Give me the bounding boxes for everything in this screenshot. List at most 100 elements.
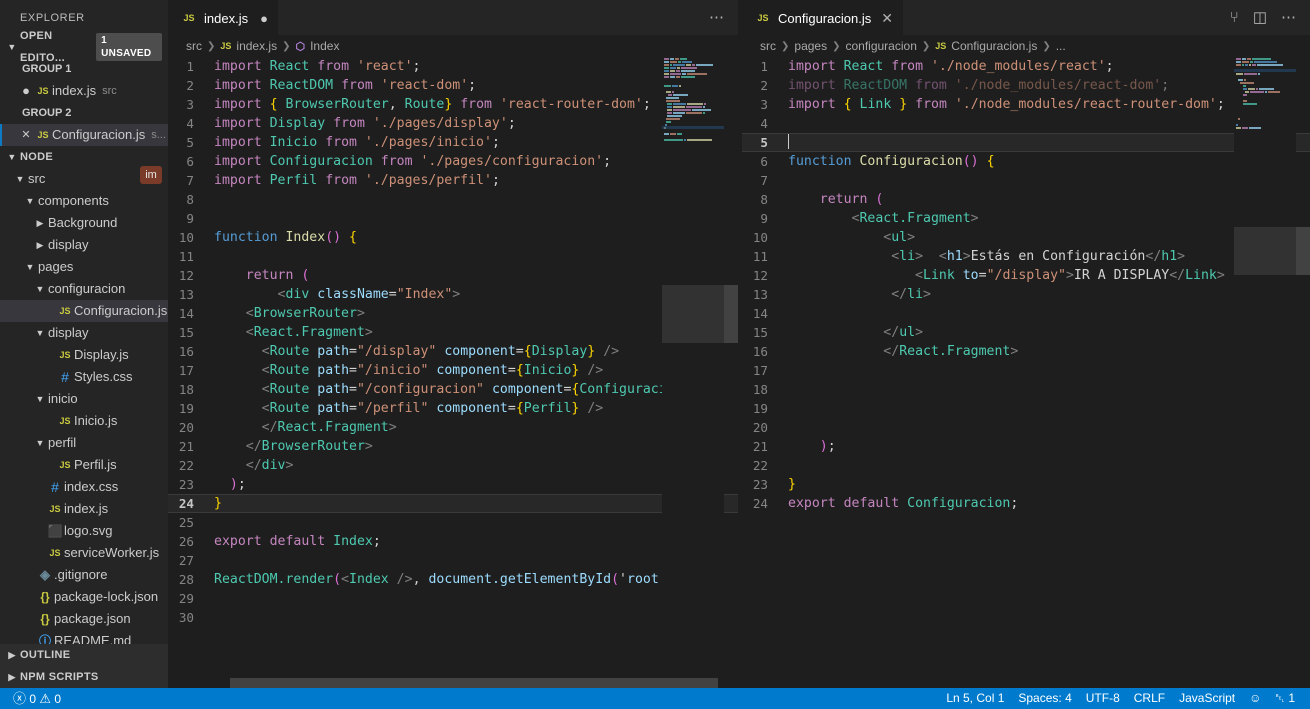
code-line[interactable]: 11 xyxy=(168,247,738,266)
status-notifications[interactable]: ␇ 1 xyxy=(1268,688,1302,709)
right-code-area[interactable]: 1 import React from './node_modules/react… xyxy=(742,57,1310,688)
code-line[interactable]: 7 xyxy=(742,171,1310,190)
status-language-mode[interactable]: JavaScript xyxy=(1172,688,1242,709)
left-vertical-scrollbar[interactable] xyxy=(724,57,738,688)
tree-item--gitignore[interactable]: ▶◈.gitignore xyxy=(0,564,168,586)
code-line[interactable]: 16 <Route path="/display" component={Dis… xyxy=(168,342,738,361)
open-editors-section-header[interactable]: ▼ OPEN EDITO... 1 UNSAVED xyxy=(0,30,168,64)
tree-item-readme-md[interactable]: ▶ⓘREADME.md xyxy=(0,630,168,644)
more-actions-icon[interactable]: ⋯ xyxy=(1281,10,1296,25)
breadcrumb-item[interactable]: src xyxy=(760,39,776,53)
code-line[interactable]: 29 xyxy=(168,589,738,608)
code-line[interactable]: 2 import ReactDOM from './node_modules/re… xyxy=(742,76,1310,95)
dirty-dot-icon[interactable]: ● xyxy=(260,11,268,26)
breadcrumb-item[interactable]: src xyxy=(186,39,202,53)
tree-item-index-css[interactable]: ▶#index.css xyxy=(0,476,168,498)
open-editor-item-index-js[interactable]: ● JS index.js src xyxy=(0,80,168,102)
npm-scripts-section-header[interactable]: ▶ NPM SCRIPTS xyxy=(0,666,168,688)
split-editor-icon[interactable]: ◫ xyxy=(1253,10,1267,25)
tree-item-configuracion-js[interactable]: ▶JSConfiguracion.js xyxy=(0,300,168,322)
code-line[interactable]: 15 </ul> xyxy=(742,323,1310,342)
code-line[interactable]: 27 xyxy=(168,551,738,570)
code-line[interactable]: 16 </React.Fragment> xyxy=(742,342,1310,361)
code-line[interactable]: 13 <div className="Index"> xyxy=(168,285,738,304)
code-line[interactable]: 25 xyxy=(168,513,738,532)
tab-configuracion-js[interactable]: JS Configuracion.js ✕ xyxy=(742,0,903,35)
tree-item-configuracion[interactable]: ▼ configuracion xyxy=(0,278,168,300)
code-line[interactable]: 1 import React from 'react'; xyxy=(168,57,738,76)
code-line[interactable]: 30 xyxy=(168,608,738,627)
code-line[interactable]: 19 xyxy=(742,399,1310,418)
code-line[interactable]: 15 <React.Fragment> xyxy=(168,323,738,342)
code-line[interactable]: 18 <Route path="/configuracion" componen… xyxy=(168,380,738,399)
code-line[interactable]: 12 <Link to="/display">IR A DISPLAY</Lin… xyxy=(742,266,1310,285)
tree-item-styles-css[interactable]: ▶#Styles.css xyxy=(0,366,168,388)
code-line[interactable]: 3 import { BrowserRouter, Route} from 're… xyxy=(168,95,738,114)
code-line[interactable]: 3 import { Link } from './node_modules/re… xyxy=(742,95,1310,114)
code-line[interactable]: 6 function Configuracion() { xyxy=(742,152,1310,171)
code-line[interactable]: 14 <BrowserRouter> xyxy=(168,304,738,323)
code-line[interactable]: 11 <li> <h1>Estás en Configuración</h1> xyxy=(742,247,1310,266)
status-line-col[interactable]: Ln 5, Col 1 xyxy=(939,688,1011,709)
code-line[interactable]: 6 import Configuracion from './pages/conf… xyxy=(168,152,738,171)
tree-item-display-js[interactable]: ▶JSDisplay.js xyxy=(0,344,168,366)
code-line[interactable]: 10 function Index() { xyxy=(168,228,738,247)
code-line[interactable]: 17 xyxy=(742,361,1310,380)
tree-item-display[interactable]: ▶ display xyxy=(0,234,168,256)
code-line[interactable]: 22 xyxy=(742,456,1310,475)
tree-item-perfil-js[interactable]: ▶JSPerfil.js xyxy=(0,454,168,476)
status-encoding[interactable]: UTF-8 xyxy=(1079,688,1127,709)
code-line[interactable]: 18 xyxy=(742,380,1310,399)
tree-item-pages[interactable]: ▼ pages xyxy=(0,256,168,278)
breadcrumb-item[interactable]: pages xyxy=(794,39,827,53)
tree-item-inicio-js[interactable]: ▶JSInicio.js xyxy=(0,410,168,432)
code-line[interactable]: 10 <ul> xyxy=(742,228,1310,247)
breadcrumb-item[interactable]: JS Configuracion.js xyxy=(935,39,1037,53)
code-line[interactable]: 23 ); xyxy=(168,475,738,494)
code-line[interactable]: 2 import ReactDOM from 'react-dom'; xyxy=(168,76,738,95)
code-line[interactable]: 12 return ( xyxy=(168,266,738,285)
code-line[interactable]: 14 xyxy=(742,304,1310,323)
code-line[interactable]: 22 </div> xyxy=(168,456,738,475)
code-line[interactable]: 28 ReactDOM.render(<Index />, document.ge… xyxy=(168,570,738,589)
status-indentation[interactable]: Spaces: 4 xyxy=(1011,688,1078,709)
tree-item-inicio[interactable]: ▼ inicio xyxy=(0,388,168,410)
left-horizontal-scrollbar-thumb[interactable] xyxy=(230,678,718,688)
left-vertical-scrollbar-thumb[interactable] xyxy=(724,285,738,343)
tab-index-js[interactable]: JS index.js ● xyxy=(168,0,278,35)
left-horizontal-scrollbar[interactable] xyxy=(168,678,738,688)
code-line[interactable]: 21 ); xyxy=(742,437,1310,456)
code-line[interactable]: 24} xyxy=(168,494,738,513)
more-actions-icon[interactable]: ⋯ xyxy=(709,10,724,25)
right-vertical-scrollbar[interactable] xyxy=(1296,57,1310,688)
open-editor-item-configuracion-js[interactable]: ✕ JS Configuracion.js s... xyxy=(0,124,168,146)
code-line[interactable]: 5 xyxy=(742,133,1310,152)
code-line[interactable]: 7 import Perfil from './pages/perfil'; xyxy=(168,171,738,190)
code-line[interactable]: 24 export default Configuracion; xyxy=(742,494,1310,513)
status-feedback[interactable]: ☺ xyxy=(1242,688,1268,709)
status-problems[interactable]: ⓧ 0 ⚠ 0 xyxy=(6,688,68,709)
outline-section-header[interactable]: ▶ OUTLINE xyxy=(0,644,168,666)
breadcrumb-item[interactable]: configuracion xyxy=(845,39,916,53)
close-icon[interactable]: ✕ xyxy=(881,10,893,27)
code-line[interactable]: 9 <React.Fragment> xyxy=(742,209,1310,228)
breadcrumb-item[interactable]: ⬡ Index xyxy=(295,39,339,53)
code-line[interactable]: 5 import Inicio from './pages/inicio'; xyxy=(168,133,738,152)
code-line[interactable]: 8 xyxy=(168,190,738,209)
tree-item-perfil[interactable]: ▼ perfil xyxy=(0,432,168,454)
tree-item-package-json[interactable]: ▶{}package.json xyxy=(0,608,168,630)
tree-item-components[interactable]: ▼ components xyxy=(0,190,168,212)
tree-item-logo-svg[interactable]: ▶⬛logo.svg xyxy=(0,520,168,542)
tree-item-serviceworker-js[interactable]: ▶JSserviceWorker.js xyxy=(0,542,168,564)
node-section-header[interactable]: ▼ NODE xyxy=(0,146,168,168)
tree-item-index-js[interactable]: ▶JSindex.js xyxy=(0,498,168,520)
code-line[interactable]: 9 xyxy=(168,209,738,228)
tree-item-package-lock-json[interactable]: ▶{}package-lock.json xyxy=(0,586,168,608)
right-minimap-slider[interactable] xyxy=(1234,227,1296,275)
split-changes-icon[interactable]: ⑂ xyxy=(1230,10,1239,25)
status-eol[interactable]: CRLF xyxy=(1127,688,1172,709)
code-line[interactable]: 17 <Route path="/inicio" component={Inic… xyxy=(168,361,738,380)
breadcrumb-item[interactable]: ... xyxy=(1056,39,1066,53)
code-line[interactable]: 21 </BrowserRouter> xyxy=(168,437,738,456)
code-line[interactable]: 4 xyxy=(742,114,1310,133)
